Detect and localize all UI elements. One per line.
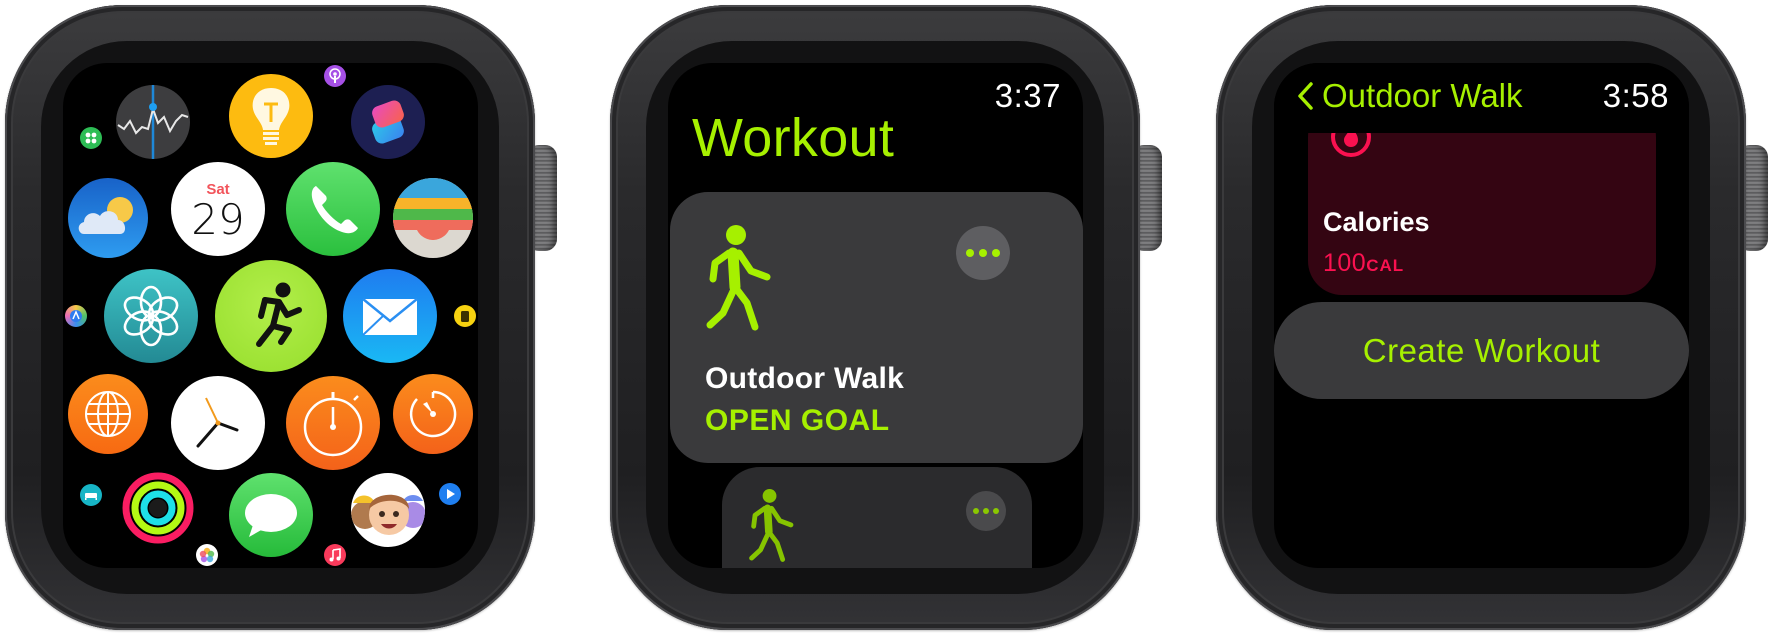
app-now-playing[interactable] <box>439 483 461 505</box>
app-maps[interactable] <box>65 305 87 327</box>
breathe-icon <box>123 285 179 347</box>
walking-figure-icon <box>749 489 794 562</box>
create-workout-button[interactable]: Create Workout <box>1274 302 1689 399</box>
watch-workout-list: 3:37 Workout Outdoor Walk OPEN GOAL <box>610 5 1162 630</box>
app-shortcuts[interactable] <box>351 85 425 159</box>
lightbulb-icon <box>252 88 290 145</box>
goal-number: 100 <box>1323 249 1367 277</box>
app-phone[interactable] <box>286 162 380 256</box>
stopwatch-icon <box>303 392 363 457</box>
watch-screen: Outdoor Walk 3:58 Calories 100CAL Create… <box>1274 63 1689 568</box>
app-stopwatch[interactable] <box>286 376 380 470</box>
more-options-button[interactable] <box>956 226 1010 280</box>
workout-card-next[interactable] <box>722 467 1032 568</box>
maps-icon <box>70 310 82 322</box>
music-note-icon <box>329 548 341 562</box>
more-options-icon <box>973 508 979 514</box>
app-photos[interactable] <box>196 544 218 566</box>
messages-icon <box>245 494 297 537</box>
watch-workout-detail: Outdoor Walk 3:58 Calories 100CAL Create… <box>1216 5 1768 630</box>
goal-value: 100CAL <box>1323 249 1404 278</box>
globe-icon <box>85 391 131 437</box>
goal-label: Calories <box>1323 207 1430 237</box>
app-stocks[interactable] <box>116 85 190 159</box>
app-weather[interactable] <box>68 178 148 258</box>
app-mail[interactable] <box>343 269 437 363</box>
timer-icon <box>409 390 457 438</box>
status-time: 3:58 <box>1602 77 1669 114</box>
app-world-clock[interactable] <box>68 374 148 454</box>
app-tips[interactable] <box>229 74 313 158</box>
workout-goal: OPEN GOAL <box>705 404 890 437</box>
app-clock[interactable] <box>171 376 265 470</box>
running-figure-icon <box>256 282 302 347</box>
more-options-icon <box>966 249 974 257</box>
app-activity[interactable] <box>121 471 195 545</box>
weather-icon <box>78 197 133 234</box>
phone-icon <box>311 186 358 234</box>
memoji-icon <box>351 494 425 535</box>
back-button[interactable]: Outdoor Walk <box>1296 77 1523 115</box>
app-breathe[interactable] <box>104 269 198 363</box>
podcasts-icon <box>329 68 341 83</box>
workout-card-outdoor-walk[interactable]: Outdoor Walk OPEN GOAL <box>670 192 1083 463</box>
app-podcasts[interactable] <box>324 65 346 87</box>
clock-icon <box>196 397 239 448</box>
stocks-icon <box>117 85 189 159</box>
mail-icon <box>362 298 418 336</box>
app-walkie-talkie[interactable] <box>454 305 476 327</box>
back-label: Outdoor Walk <box>1322 77 1523 114</box>
app-grid-icon <box>85 132 97 144</box>
page-title: Workout <box>692 108 895 168</box>
app-music[interactable] <box>324 544 346 566</box>
more-options-button[interactable] <box>966 491 1006 531</box>
app-wallet[interactable] <box>393 178 473 258</box>
photos-icon <box>199 547 215 563</box>
workout-name: Outdoor Walk <box>705 362 905 395</box>
bed-icon <box>85 493 97 500</box>
app-timer[interactable] <box>393 374 473 454</box>
walking-figure-icon <box>706 225 771 331</box>
watch-screen: 3:37 Workout Outdoor Walk OPEN GOAL <box>668 63 1083 568</box>
app-messages[interactable] <box>229 473 313 557</box>
shortcuts-icon <box>372 100 404 144</box>
app-calendar[interactable]: Sat 29 <box>171 162 265 256</box>
walkie-talkie-icon <box>461 311 469 322</box>
chevron-left-icon <box>1298 82 1313 110</box>
app-memoji[interactable] <box>351 473 425 547</box>
nav-header: Outdoor Walk 3:58 <box>1274 63 1689 133</box>
watch-screen: Sat 29 <box>63 63 478 568</box>
status-time: 3:37 <box>994 77 1061 114</box>
app-sleep[interactable] <box>80 484 102 506</box>
goal-unit: CAL <box>1366 256 1405 275</box>
play-icon <box>447 489 455 499</box>
calendar-date: 29 <box>191 195 245 244</box>
app-app-store[interactable] <box>80 127 102 149</box>
app-workout[interactable] <box>215 260 327 372</box>
wallet-icon <box>393 178 473 240</box>
watch-app-grid: Sat 29 <box>5 5 557 630</box>
activity-rings-icon <box>122 472 194 544</box>
